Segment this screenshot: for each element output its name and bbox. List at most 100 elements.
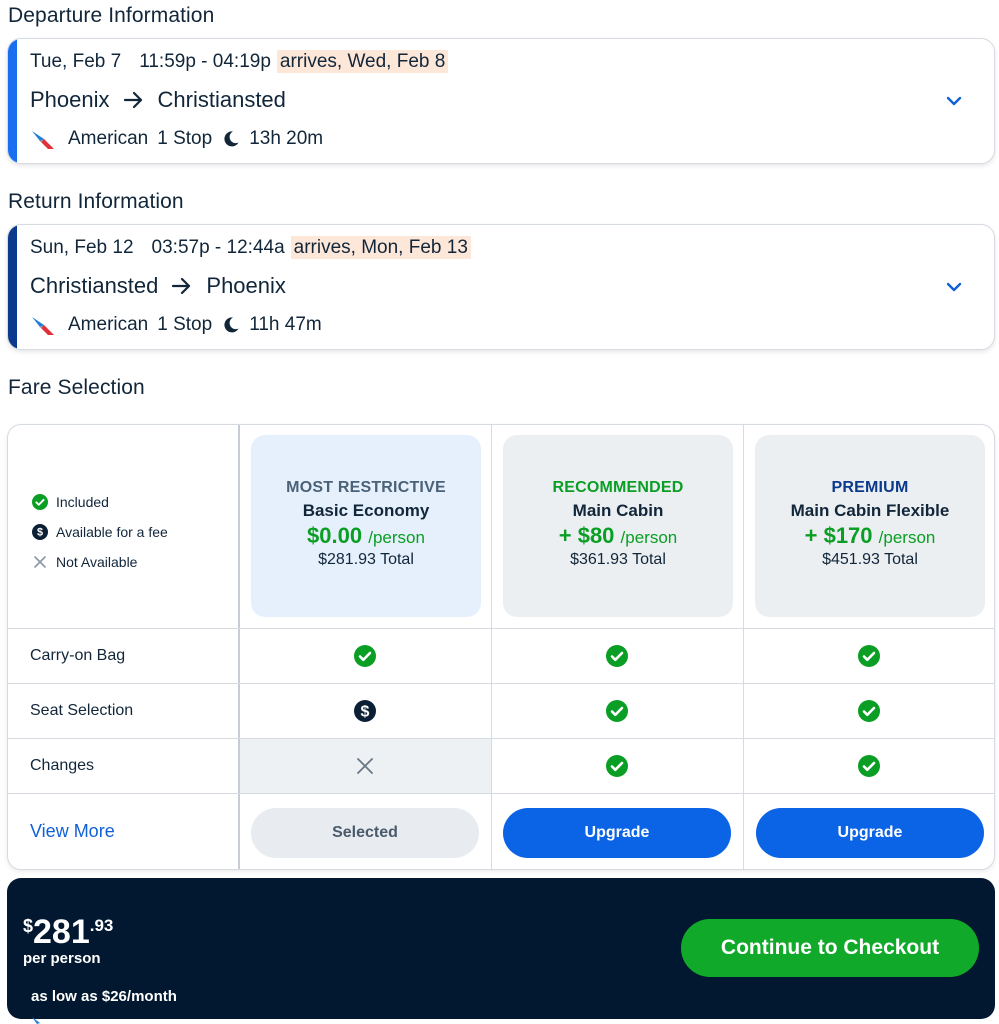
price-per-person-label: per person bbox=[23, 950, 101, 967]
svg-text:$: $ bbox=[37, 527, 43, 539]
origin-city: Christiansted bbox=[30, 273, 159, 298]
chevron-down-icon[interactable] bbox=[944, 277, 964, 297]
card-accent bbox=[8, 39, 17, 163]
fare-comparison-table: Included $ Available for a fee Not Avail… bbox=[7, 424, 995, 870]
fare-option-basic-economy[interactable]: MOST RESTRICTIVE Basic Economy $0.00 /pe… bbox=[251, 435, 481, 617]
arrives-badge: arrives, Mon, Feb 13 bbox=[290, 236, 471, 259]
flight-dateline: Tue, Feb 7 11:59p - 04:19p arrives, Wed, F… bbox=[30, 50, 449, 73]
airline-name: American bbox=[68, 314, 149, 335]
airline-name: American bbox=[68, 128, 149, 149]
fare-price-value: + $80 bbox=[558, 523, 615, 548]
flight-route: Phoenix Christiansted bbox=[30, 87, 286, 113]
arrow-right-icon bbox=[172, 277, 191, 295]
dollar-circle-icon: $ bbox=[32, 524, 48, 540]
column-divider bbox=[743, 425, 744, 869]
moon-icon bbox=[224, 131, 239, 147]
feature-label-seat-selection: Seat Selection bbox=[30, 702, 134, 719]
fare-price-unit: /person bbox=[368, 528, 425, 547]
legend-label: Available for a fee bbox=[56, 524, 168, 540]
dollar-circle-icon: $ bbox=[354, 700, 376, 722]
feature-label-changes: Changes bbox=[30, 757, 95, 774]
flight-time: 11:59p - 04:19p bbox=[139, 51, 271, 72]
legend-fee: $ Available for a fee bbox=[32, 517, 168, 547]
flight-details: American 1 Stop 11h 47m bbox=[30, 313, 322, 337]
fare-section-title: Fare Selection bbox=[8, 376, 145, 399]
check-circle-icon bbox=[858, 755, 880, 777]
view-more-link[interactable]: View More bbox=[30, 821, 115, 842]
flight-details: American 1 Stop 13h 20m bbox=[30, 127, 323, 151]
svg-text:$: $ bbox=[361, 704, 370, 721]
fare-tag: RECOMMENDED bbox=[552, 479, 684, 496]
fare-price-value: $0.00 bbox=[307, 523, 363, 548]
destination-city: Phoenix bbox=[206, 273, 286, 298]
american-airlines-logo-icon bbox=[32, 317, 54, 335]
selected-button[interactable]: Selected bbox=[251, 808, 479, 858]
checkout-bar: $ 281 .93 per person as low as $26/month… bbox=[7, 878, 995, 1019]
fare-total: $451.93 Total bbox=[822, 551, 918, 568]
fare-total: $281.93 Total bbox=[318, 551, 414, 568]
monthly-financing-text: as low as $26/month bbox=[31, 988, 177, 1005]
check-circle-icon bbox=[32, 494, 48, 510]
legend-label: Not Available bbox=[56, 554, 138, 570]
fare-legend: Included $ Available for a fee Not Avail… bbox=[32, 487, 168, 577]
row-divider bbox=[8, 738, 994, 739]
check-circle-icon bbox=[606, 755, 628, 777]
fare-option-main-cabin-flexible[interactable]: PREMIUM Main Cabin Flexible + $170 /pers… bbox=[755, 435, 985, 617]
fare-price-unit: /person bbox=[878, 528, 936, 547]
stops-count: 1 Stop bbox=[157, 314, 213, 335]
arrives-badge: arrives, Wed, Feb 8 bbox=[276, 50, 449, 73]
row-divider bbox=[8, 683, 994, 684]
american-airlines-logo-icon bbox=[32, 131, 54, 149]
continue-to-checkout-button[interactable]: Continue to Checkout bbox=[681, 919, 979, 977]
flight-dateline: Sun, Feb 12 03:57p - 12:44a arrives, Mon, … bbox=[30, 236, 471, 259]
fare-tag: MOST RESTRICTIVE bbox=[286, 479, 446, 496]
fare-price: $0.00 /person bbox=[251, 523, 481, 549]
price-cents: .93 bbox=[89, 916, 114, 935]
flight-route: Christiansted Phoenix bbox=[30, 273, 286, 299]
check-circle-icon bbox=[858, 645, 880, 667]
fare-price-unit: /person bbox=[620, 528, 678, 547]
return-flight-card[interactable]: Sun, Feb 12 03:57p - 12:44a arrives, Mon, … bbox=[7, 224, 995, 350]
card-accent bbox=[8, 225, 17, 349]
row-divider bbox=[8, 793, 994, 794]
flight-date: Tue, Feb 7 bbox=[30, 51, 122, 72]
check-circle-icon bbox=[606, 645, 628, 667]
legend-not-available: Not Available bbox=[32, 547, 168, 577]
fare-name: Basic Economy bbox=[302, 501, 430, 520]
flight-duration: 11h 47m bbox=[249, 314, 322, 335]
chevron-down-icon[interactable] bbox=[944, 91, 964, 111]
origin-city: Phoenix bbox=[30, 87, 110, 112]
legend-included: Included bbox=[32, 487, 168, 517]
total-price: $ 281 .93 bbox=[23, 914, 113, 950]
fare-price-value: + $170 bbox=[804, 523, 873, 548]
column-divider bbox=[238, 425, 240, 869]
column-divider bbox=[491, 425, 492, 869]
check-circle-icon bbox=[354, 645, 376, 667]
fare-name: Main Cabin Flexible bbox=[790, 501, 950, 520]
check-circle-icon bbox=[858, 700, 880, 722]
feature-label-carry-on: Carry-on Bag bbox=[30, 647, 126, 664]
x-icon bbox=[357, 758, 373, 774]
arrow-right-icon bbox=[123, 91, 142, 109]
row-divider bbox=[8, 628, 994, 629]
fare-name: Main Cabin bbox=[572, 501, 664, 520]
fare-total: $361.93 Total bbox=[570, 551, 666, 568]
legend-label: Included bbox=[56, 494, 109, 510]
upgrade-main-cabin-button[interactable]: Upgrade bbox=[503, 808, 731, 858]
flight-date: Sun, Feb 12 bbox=[30, 237, 134, 258]
fare-option-main-cabin[interactable]: RECOMMENDED Main Cabin + $80 /person $36… bbox=[503, 435, 733, 617]
check-circle-icon bbox=[606, 700, 628, 722]
american-airlines-logo-icon bbox=[32, 1017, 40, 1024]
departure-section-title: Departure Information bbox=[8, 4, 215, 27]
fare-price: + $80 /person bbox=[503, 523, 733, 549]
price-currency: $ bbox=[23, 916, 34, 936]
stops-count: 1 Stop bbox=[157, 128, 213, 149]
moon-icon bbox=[224, 317, 239, 333]
departure-flight-card[interactable]: Tue, Feb 7 11:59p - 04:19p arrives, Wed, F… bbox=[7, 38, 995, 164]
upgrade-main-cabin-flexible-button[interactable]: Upgrade bbox=[756, 808, 984, 858]
price-dollars: 281 bbox=[33, 913, 90, 951]
destination-city: Christiansted bbox=[157, 87, 286, 112]
fare-tag: PREMIUM bbox=[831, 479, 909, 496]
flight-duration: 13h 20m bbox=[249, 128, 324, 149]
return-section-title: Return Information bbox=[8, 190, 184, 213]
